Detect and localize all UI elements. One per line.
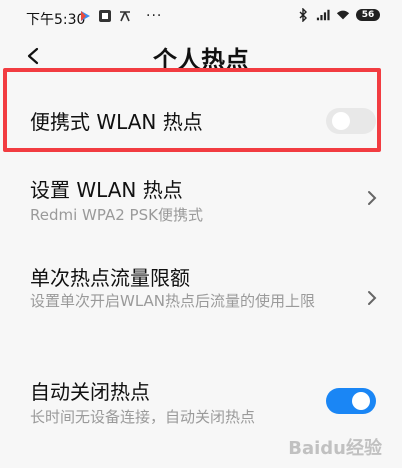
toggle-knob	[352, 392, 370, 410]
status-bar: 下午5:30 ··· 56	[0, 0, 402, 34]
setting-title: 单次热点流量限额	[30, 266, 190, 290]
chevron-right-icon	[368, 191, 377, 205]
battery-icon: 56	[356, 9, 380, 21]
translate-icon	[120, 11, 130, 22]
play-icon	[81, 11, 90, 21]
status-icons-right: 56	[296, 8, 380, 22]
setting-title: 设置 WLAN 热点	[30, 178, 183, 202]
portable-hotspot-toggle[interactable]	[326, 108, 376, 134]
setting-subtitle: 设置单次开启WLAN热点后流量的使用上限	[30, 292, 316, 310]
setting-subtitle: Redmi WPA2 PSK便携式	[30, 206, 203, 224]
setting-title: 自动关闭热点	[30, 380, 150, 404]
auto-off-toggle[interactable]	[326, 388, 376, 414]
more-dots: ···	[146, 8, 163, 24]
header: 个人热点	[0, 34, 402, 82]
setting-title: 便携式 WLAN 热点	[30, 110, 203, 134]
status-time: 下午5:30	[26, 12, 86, 28]
setting-portable-hotspot[interactable]: 便携式 WLAN 热点	[0, 86, 402, 158]
app-icon	[99, 10, 111, 22]
setting-subtitle: 长时间无设备连接，自动关闭热点	[30, 408, 256, 426]
setting-setup-hotspot[interactable]: 设置 WLAN 热点 Redmi WPA2 PSK便携式	[0, 160, 402, 240]
toggle-knob	[332, 112, 350, 130]
cellular-signal-icon	[316, 9, 330, 21]
status-icons-left: ···	[78, 8, 162, 24]
chevron-right-icon	[368, 291, 377, 305]
setting-data-limit[interactable]: 单次热点流量限额 设置单次开启WLAN热点后流量的使用上限	[0, 250, 402, 350]
watermark: Baidu经验	[288, 438, 382, 459]
wifi-icon	[336, 10, 350, 20]
page-title: 个人热点	[153, 46, 249, 74]
bluetooth-icon	[299, 8, 307, 22]
